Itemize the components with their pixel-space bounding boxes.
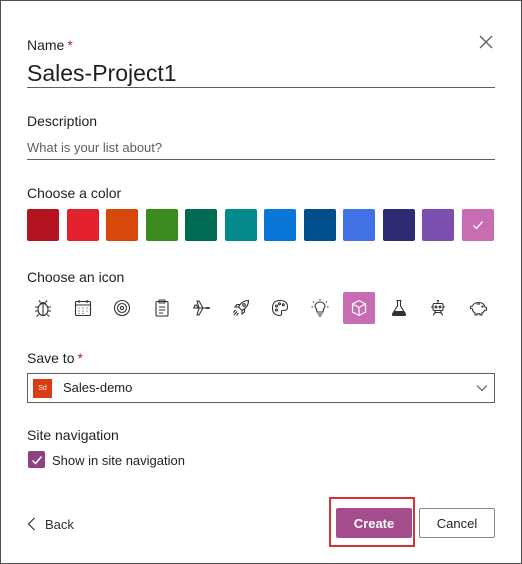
lightbulb-icon — [311, 299, 328, 317]
airplane-icon — [193, 300, 211, 316]
cancel-button[interactable]: Cancel — [419, 508, 495, 538]
description-label: Description — [27, 113, 98, 129]
rocket-icon — [232, 299, 249, 316]
close-icon[interactable] — [479, 35, 493, 49]
chevron-left-icon — [27, 517, 35, 531]
color-label: Choose a color — [27, 185, 122, 201]
robot-icon — [431, 299, 445, 316]
icon-label: Choose an icon — [27, 269, 125, 285]
icon-option-robot[interactable] — [422, 292, 454, 324]
icon-option-palette[interactable] — [264, 292, 296, 324]
site-logo: Sd — [33, 379, 52, 398]
required-marker: * — [77, 350, 83, 366]
site-navigation-label: Site navigation — [27, 427, 119, 443]
name-input[interactable] — [27, 59, 495, 88]
icon-option-clipboard[interactable] — [146, 292, 178, 324]
icon-option-lightbulb[interactable] — [304, 292, 336, 324]
chevron-down-icon — [476, 385, 488, 392]
create-button[interactable]: Create — [336, 508, 412, 538]
save-to-dropdown[interactable]: Sd Sales-demo — [27, 373, 495, 403]
icon-option-beaker[interactable] — [383, 292, 415, 324]
color-swatch[interactable] — [422, 209, 454, 241]
icon-option-calendar[interactable] — [67, 292, 99, 324]
icon-option-rocket[interactable] — [225, 292, 257, 324]
color-swatch[interactable] — [264, 209, 296, 241]
clipboard-icon — [154, 299, 169, 317]
icon-option-piggy-bank[interactable] — [462, 292, 494, 324]
color-swatch[interactable] — [461, 209, 494, 241]
required-marker: * — [67, 37, 73, 53]
create-list-panel: Name* Description Choose a color Choose … — [0, 0, 522, 564]
color-swatch[interactable] — [185, 209, 217, 241]
show-in-navigation-checkbox[interactable] — [28, 451, 45, 468]
color-swatch[interactable] — [66, 209, 99, 241]
color-swatch[interactable] — [27, 209, 59, 241]
show-in-navigation-label[interactable]: Show in site navigation — [52, 453, 185, 468]
checkmark-icon — [31, 455, 42, 465]
icon-option-cube[interactable] — [343, 292, 375, 324]
target-icon — [113, 299, 131, 317]
save-to-selected-site: Sales-demo — [63, 380, 133, 395]
color-swatch[interactable] — [145, 209, 178, 241]
color-swatch[interactable] — [343, 209, 375, 241]
name-label: Name * — [27, 37, 73, 53]
color-swatch[interactable] — [224, 209, 257, 241]
back-label: Back — [45, 516, 74, 532]
palette-icon — [271, 299, 289, 317]
checkmark-icon — [472, 221, 483, 230]
calendar-icon — [74, 300, 91, 317]
icon-option-bug[interactable] — [27, 292, 59, 324]
save-to-label: Save to * — [27, 350, 83, 366]
color-swatch[interactable] — [303, 209, 336, 241]
color-swatch[interactable] — [106, 209, 138, 241]
icon-option-airplane[interactable] — [185, 292, 217, 324]
description-input[interactable] — [27, 135, 495, 160]
beaker-icon — [391, 299, 406, 317]
bug-icon — [35, 300, 51, 317]
color-swatch[interactable] — [382, 209, 415, 241]
piggy-bank-icon — [469, 301, 487, 316]
back-button[interactable]: Back — [27, 515, 74, 533]
icon-option-target[interactable] — [106, 292, 138, 324]
cube-icon — [351, 299, 367, 317]
